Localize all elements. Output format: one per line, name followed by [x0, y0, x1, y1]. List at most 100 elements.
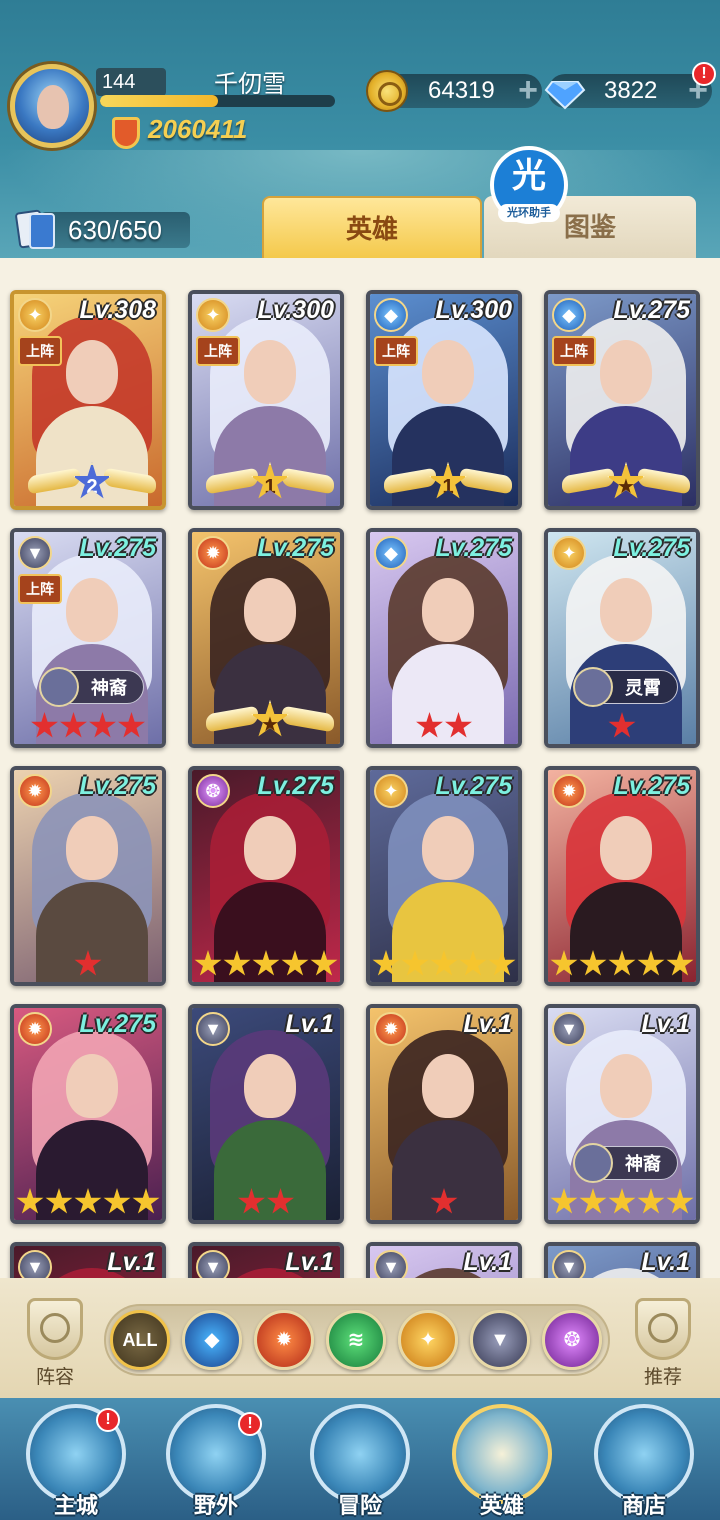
dark-faction-icon: ▼	[552, 1012, 586, 1046]
winged-rank-badge: 1	[206, 462, 334, 502]
player-avatar[interactable]	[10, 64, 94, 148]
star-icon	[223, 950, 251, 976]
hero-card[interactable]: ▼ Lv.1	[366, 1242, 522, 1278]
hero-card[interactable]: ✹ Lv.275 ★	[188, 528, 344, 748]
hero-level: Lv.1	[641, 1248, 690, 1276]
light-faction-icon: ✦	[552, 536, 586, 570]
aura-helper-button[interactable]: 光 光环助手	[490, 146, 568, 224]
hero-card[interactable]: ◆ Lv.300 上阵 1	[366, 290, 522, 510]
nav-heroes[interactable]: 英雄	[442, 1404, 562, 1520]
star-icon	[550, 1188, 578, 1214]
tab-heroes[interactable]: 英雄	[262, 196, 482, 258]
star-icon	[608, 950, 636, 976]
star-rating	[14, 950, 162, 978]
lineage-label: 神裔	[625, 1154, 661, 1174]
hero-card[interactable]: ✦ Lv.308 上阵 2	[10, 290, 166, 510]
winged-rank-badge: 2	[28, 462, 156, 502]
hero-card[interactable]: ▼ Lv.1	[544, 1242, 700, 1278]
nav-shop[interactable]: 商店	[584, 1404, 704, 1520]
nav-shop-label: 商店	[621, 1493, 666, 1518]
star-icon	[31, 712, 58, 738]
player-name: 千仞雪	[214, 71, 286, 98]
hero-level: Lv.1	[107, 1248, 156, 1276]
star-icon	[579, 950, 607, 976]
star-icon	[459, 950, 487, 976]
hero-card[interactable]: ▼ Lv.275 上阵 神裔	[10, 528, 166, 748]
dark-faction-icon: ▼	[374, 1250, 408, 1278]
hero-level: Lv.275	[79, 1010, 156, 1038]
hero-card[interactable]: ◆ Lv.275	[366, 528, 522, 748]
deployed-badge: 上阵	[552, 336, 596, 366]
filter-wind-icon[interactable]: ≋	[326, 1310, 386, 1370]
star-icon	[60, 712, 87, 738]
lineage-tag: 神裔	[39, 667, 144, 707]
filter-void-icon[interactable]: ❂	[542, 1310, 602, 1370]
hero-card[interactable]: ✦ Lv.300 上阵 1	[188, 290, 344, 510]
star-icon	[608, 712, 636, 738]
hero-cards-icon	[15, 209, 55, 249]
nav-main-city-label: 主城	[53, 1493, 98, 1518]
hero-card[interactable]: ▼ Lv.1	[188, 1242, 344, 1278]
hero-card[interactable]: ✹ Lv.275	[10, 1004, 166, 1224]
hero-level: Lv.275	[435, 772, 512, 800]
hero-level: Lv.275	[79, 772, 156, 800]
star-icon	[194, 950, 222, 976]
combat-power-icon	[112, 117, 140, 149]
star-icon	[637, 1188, 665, 1214]
filter-light-icon[interactable]: ✦	[398, 1310, 458, 1370]
filter-all-button[interactable]: ALL	[110, 1310, 170, 1370]
filter-fire-icon[interactable]: ✹	[254, 1310, 314, 1370]
lineup-button[interactable]: 阵容	[20, 1298, 90, 1388]
hero-level: Lv.1	[285, 1010, 334, 1038]
hero-card[interactable]: ◆ Lv.275 上阵 ★	[544, 290, 700, 510]
water-faction-icon: ◆	[374, 298, 408, 332]
hero-level: Lv.1	[463, 1248, 512, 1276]
hero-card[interactable]: ▼ Lv.1 神裔	[544, 1004, 700, 1224]
dark-faction-icon: ▼	[18, 536, 52, 570]
filter-dark-icon[interactable]: ▼	[470, 1310, 530, 1370]
star-icon	[16, 1188, 44, 1214]
hero-level: Lv.308	[79, 296, 156, 324]
fire-faction-icon: ✹	[552, 774, 586, 808]
avatar-portrait	[37, 85, 69, 129]
hero-card[interactable]: ✦ Lv.275 灵霄	[544, 528, 700, 748]
star-rating	[14, 712, 162, 740]
winged-rank-badge: 1	[384, 462, 512, 502]
light-faction-icon: ✦	[196, 298, 230, 332]
bottom-navigation: 主城 野外 冒险 英雄 商店 ! !	[0, 1398, 720, 1520]
star-icon	[238, 1188, 265, 1214]
star-icon	[430, 1188, 458, 1214]
star-icon	[445, 712, 472, 738]
star-icon	[74, 950, 102, 976]
filter-water-icon[interactable]: ◆	[182, 1310, 242, 1370]
star-icon	[666, 950, 694, 976]
light-faction-icon: ✦	[18, 298, 52, 332]
hero-card[interactable]: ✹ Lv.275	[544, 766, 700, 986]
star-icon	[281, 950, 309, 976]
hero-level: Lv.300	[257, 296, 334, 324]
star-icon	[310, 950, 338, 976]
star-icon	[488, 950, 516, 976]
star-icon	[550, 950, 578, 976]
hero-card[interactable]: ▼ Lv.1	[10, 1242, 166, 1278]
hero-card[interactable]: ✹ Lv.275	[10, 766, 166, 986]
nav-adventure[interactable]: 冒险	[300, 1404, 420, 1520]
fire-faction-icon: ✹	[18, 774, 52, 808]
star-icon	[637, 950, 665, 976]
water-faction-icon: ◆	[552, 298, 586, 332]
recommend-button[interactable]: 推荐	[628, 1298, 698, 1388]
nav-wild-label: 野外	[193, 1493, 238, 1518]
dark-faction-icon: ▼	[552, 1250, 586, 1278]
void-faction-icon: ❂	[196, 774, 230, 808]
hero-card[interactable]: ▼ Lv.1	[188, 1004, 344, 1224]
nav-heroes-label: 英雄	[479, 1493, 524, 1518]
hero-card[interactable]: ✹ Lv.1	[366, 1004, 522, 1224]
hero-level: Lv.300	[435, 296, 512, 324]
hero-card[interactable]: ❂ Lv.275	[188, 766, 344, 986]
gold-value: 64319	[428, 77, 495, 104]
star-icon	[74, 1188, 102, 1214]
gem-notice-badge: !	[692, 62, 716, 86]
hero-card[interactable]: ✦ Lv.275	[366, 766, 522, 986]
add-gold-button[interactable]: +	[518, 73, 538, 107]
hero-level: Lv.1	[641, 1010, 690, 1038]
